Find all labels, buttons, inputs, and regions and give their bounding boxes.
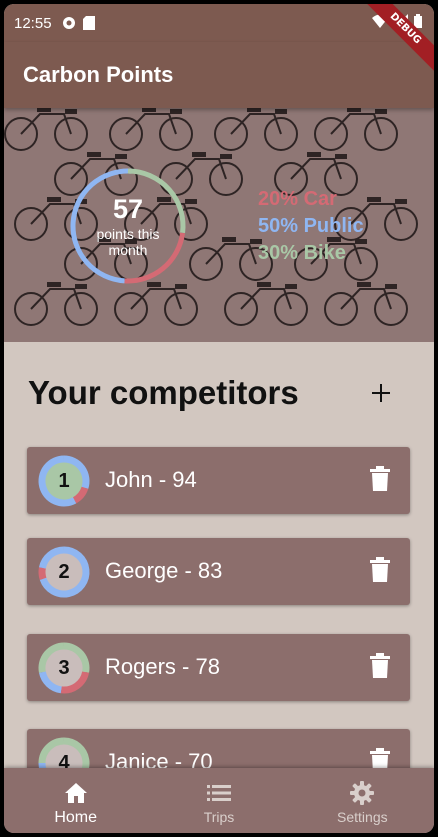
bottom-navigation: Home Trips Settings (4, 768, 434, 833)
competitor-avatar: 1 (37, 454, 91, 508)
bicycle-shape (224, 282, 308, 326)
bicycle-shape (314, 108, 398, 151)
competitor-card[interactable]: 3 Rogers - 78 (27, 634, 410, 701)
delete-button[interactable] (370, 466, 390, 492)
nav-settings-label: Settings (337, 809, 388, 825)
status-time: 12:55 (14, 14, 52, 32)
legend-car: 20% Car (258, 188, 337, 210)
competitor-rank: 1 (58, 469, 70, 492)
competitor-rank: 2 (58, 560, 70, 583)
points-label: points this month (96, 226, 160, 258)
bicycle-shape (4, 108, 88, 151)
competitor-name: George - 83 (105, 558, 223, 583)
nav-home[interactable]: Home (4, 768, 147, 833)
breakdown-legend: 20% Car 50% Public 30% Bike (258, 186, 364, 267)
plus-icon (372, 384, 390, 402)
trash-icon (370, 557, 390, 582)
competitor-card[interactable]: 2 George - 83 (27, 538, 410, 605)
nav-home-label: Home (54, 809, 97, 826)
competitors-section: Your competitors 1 John - 94 2 George - … (4, 342, 434, 796)
nav-trips[interactable]: Trips (147, 768, 290, 833)
nav-settings[interactable]: Settings (291, 768, 434, 833)
list-icon (206, 780, 232, 806)
competitor-rank: 3 (58, 656, 70, 679)
summary-banner: 57 points this month 20% Car 50% Public … (4, 108, 434, 342)
competitor-name: John - 94 (105, 467, 197, 492)
bicycle-shape (214, 108, 298, 151)
app-bar: Carbon Points (4, 42, 434, 108)
competitor-name: Rogers - 78 (105, 654, 220, 679)
home-icon (63, 780, 89, 806)
add-competitor-button[interactable] (366, 378, 396, 408)
page-title: Carbon Points (23, 62, 174, 87)
delete-button[interactable] (370, 653, 390, 679)
status-bar: 12:55 (4, 4, 434, 42)
trash-icon (370, 653, 390, 678)
bicycle-shape (114, 282, 198, 326)
legend-bike: 30% Bike (258, 242, 346, 264)
settings-status-icon (62, 16, 76, 30)
competitor-avatar: 2 (37, 545, 91, 599)
bicycle-shape (109, 108, 193, 151)
bicycle-shape (324, 282, 408, 326)
sd-card-icon (82, 16, 96, 30)
gear-icon (349, 780, 375, 806)
phone-screen: 12:55 DEBUG Carbon Points 57 points this… (4, 4, 434, 833)
trash-icon (370, 466, 390, 491)
bicycle-shape (14, 282, 98, 326)
delete-button[interactable] (370, 557, 390, 583)
competitor-card[interactable]: 1 John - 94 (27, 447, 410, 514)
legend-public: 50% Public (258, 215, 364, 237)
competitor-avatar: 3 (37, 641, 91, 695)
competitors-heading: Your competitors (28, 374, 299, 411)
nav-trips-label: Trips (203, 809, 235, 825)
points-value: 57 (112, 194, 144, 224)
points-summary: 57 points this month (68, 166, 188, 286)
